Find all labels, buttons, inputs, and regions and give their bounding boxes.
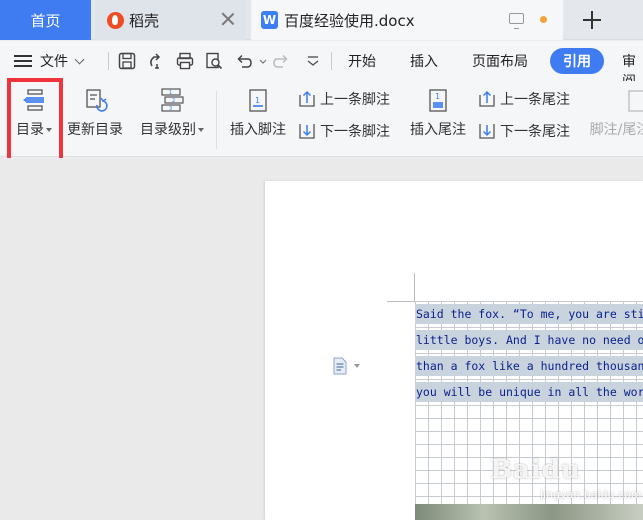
update-toc-label: 更新目录 bbox=[67, 122, 123, 138]
svg-text:3: 3 bbox=[169, 106, 172, 112]
tab-home-label: 首页 bbox=[30, 11, 61, 30]
document-text-line[interactable]: you will be unique in all the worl bbox=[415, 382, 643, 402]
menu-item-insert[interactable]: 插入 bbox=[410, 51, 438, 71]
insert-endnote-icon: 1 bbox=[429, 89, 447, 112]
margin-marker bbox=[414, 273, 415, 301]
toc-level-icon: 1 2 3 bbox=[161, 88, 184, 112]
undo-icon[interactable] bbox=[234, 51, 254, 71]
toc-level-label: 目录级别 bbox=[140, 122, 196, 138]
menu-item-start[interactable]: 开始 bbox=[348, 51, 376, 71]
file-menu-button[interactable]: 文件 bbox=[14, 50, 85, 72]
tab-daoke[interactable]: 稻壳 bbox=[95, 0, 246, 40]
divider bbox=[108, 52, 109, 70]
daoke-logo-icon bbox=[107, 11, 124, 29]
word-doc-icon: W bbox=[261, 11, 278, 29]
update-toc-icon bbox=[86, 89, 108, 112]
menu-item-references[interactable]: 引用 bbox=[550, 48, 604, 74]
document-text-line[interactable]: Said the fox. “To me, you are still bbox=[415, 304, 643, 324]
menu-item-page-layout[interactable]: 页面布局 bbox=[472, 51, 528, 71]
close-icon[interactable] bbox=[220, 11, 236, 27]
tab-daoke-label: 稻壳 bbox=[129, 11, 160, 30]
baidu-watermark: Baidu bbox=[490, 455, 581, 485]
insert-endnote-button[interactable]: 1 插入尾注 bbox=[406, 81, 470, 139]
print-icon[interactable] bbox=[175, 51, 195, 71]
paragraph-handle-button[interactable] bbox=[332, 357, 364, 375]
next-endnote-label: 下一条尾注 bbox=[500, 124, 570, 140]
next-footnote-icon bbox=[299, 124, 315, 139]
footnote-endnote-button[interactable]: 脚注/尾注 bbox=[585, 81, 643, 139]
undo-dropdown-icon[interactable] bbox=[253, 51, 267, 71]
next-footnote-label: 下一条脚注 bbox=[320, 124, 390, 140]
menu-bar: 文件 开始 插入 页面布局 引用 审阅 bbox=[0, 41, 643, 90]
baidu-watermark-url: jingyan.baidu.com bbox=[540, 488, 642, 501]
divider bbox=[331, 52, 332, 70]
insert-footnote-button[interactable]: 1 插入脚注 bbox=[226, 81, 290, 139]
toc-level-button[interactable]: 1 2 3 目录级别 bbox=[135, 81, 209, 139]
footnote-endnote-label: 脚注/尾注 bbox=[589, 122, 643, 138]
tab-home[interactable]: 首页 bbox=[0, 0, 91, 40]
tab-bar: 首页 稻壳 W 百度经验使用.docx bbox=[0, 0, 643, 40]
insert-endnote-label: 插入尾注 bbox=[410, 122, 466, 138]
prev-endnote-icon bbox=[479, 90, 495, 107]
prev-endnote-label: 上一条尾注 bbox=[500, 92, 570, 108]
redo-icon[interactable] bbox=[271, 51, 291, 71]
document-image[interactable] bbox=[415, 504, 643, 520]
tab-document-label: 百度经验使用.docx bbox=[284, 11, 415, 30]
svg-text:1: 1 bbox=[169, 90, 172, 96]
chevron-down-icon bbox=[74, 54, 85, 64]
next-endnote-icon bbox=[479, 124, 495, 139]
ribbon-toolbar: 目录 更新目录 1 2 3 目录级别 1 插入脚注 上一条脚注 下一条脚注 1 … bbox=[0, 81, 643, 157]
monitor-icon[interactable] bbox=[509, 13, 524, 29]
prev-footnote-button[interactable]: 上一条脚注 bbox=[297, 89, 390, 109]
export-icon[interactable] bbox=[146, 51, 166, 71]
margin-marker bbox=[387, 301, 415, 302]
prev-footnote-icon bbox=[299, 90, 315, 107]
customize-toolbar-icon[interactable] bbox=[303, 51, 323, 71]
unsaved-indicator-icon bbox=[540, 16, 547, 23]
insert-footnote-icon: 1 bbox=[249, 89, 267, 112]
document-text-line[interactable]: little boys. And I have no need of y bbox=[415, 330, 643, 350]
new-tab-button[interactable] bbox=[578, 6, 606, 34]
print-preview-icon[interactable] bbox=[204, 51, 224, 71]
caret-down-icon bbox=[198, 128, 204, 132]
document-text-line[interactable]: than a fox like a hundred thousand bbox=[415, 356, 643, 376]
next-footnote-button[interactable]: 下一条脚注 bbox=[297, 121, 390, 141]
file-menu-label: 文件 bbox=[40, 54, 68, 70]
save-icon[interactable] bbox=[117, 51, 137, 71]
caret-down-icon bbox=[354, 364, 360, 368]
update-toc-button[interactable]: 更新目录 bbox=[64, 81, 126, 139]
svg-text:1: 1 bbox=[435, 92, 440, 101]
hamburger-icon bbox=[14, 54, 32, 68]
divider bbox=[216, 91, 217, 149]
insert-footnote-label: 插入脚注 bbox=[230, 122, 286, 138]
prev-endnote-button[interactable]: 上一条尾注 bbox=[477, 89, 570, 109]
prev-footnote-label: 上一条脚注 bbox=[320, 92, 390, 108]
footnote-endnote-icon bbox=[628, 90, 643, 112]
paragraph-icon bbox=[333, 357, 347, 375]
svg-text:1: 1 bbox=[255, 96, 260, 105]
svg-text:2: 2 bbox=[172, 98, 175, 104]
next-endnote-button[interactable]: 下一条尾注 bbox=[477, 121, 570, 141]
